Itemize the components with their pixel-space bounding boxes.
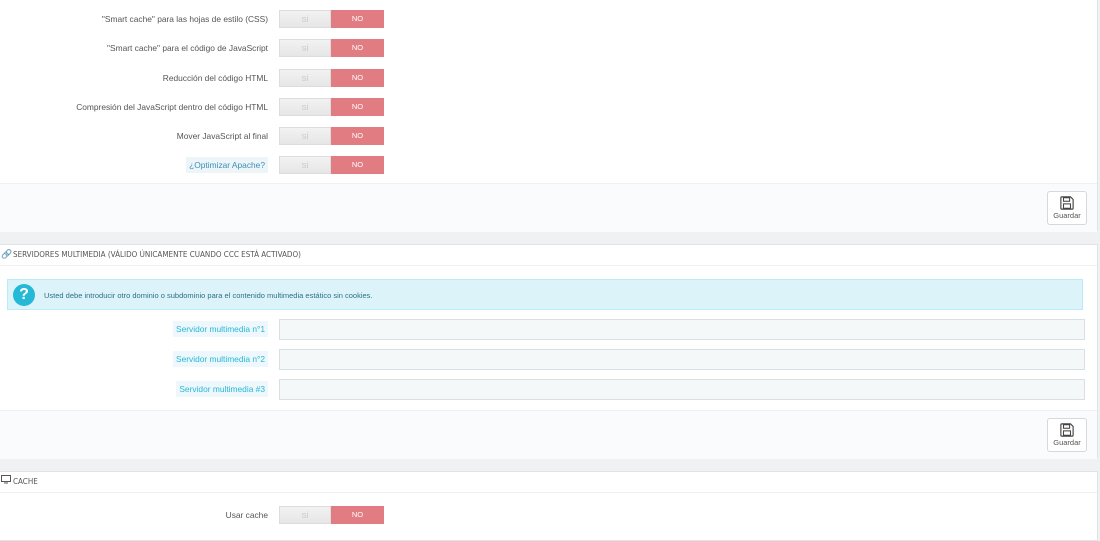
link-icon: 🔗 (1, 250, 13, 260)
monitor-icon (1, 472, 11, 492)
media-server-row: Servidor multimedia n°2 (0, 349, 1097, 370)
toggle-row-use-cache: Usar cache SÍ NO (0, 506, 1097, 524)
save-label: Guardar (1053, 211, 1081, 220)
media-server-3-input[interactable] (279, 379, 1085, 400)
media-server-3-label[interactable]: Servidor multimedia #3 (176, 381, 268, 397)
switch-yes[interactable]: SÍ (279, 127, 331, 145)
question-icon: ? (13, 284, 35, 306)
use-cache-switch[interactable]: SÍ NO (279, 506, 384, 524)
switch-yes[interactable]: SÍ (279, 156, 331, 174)
switch-no[interactable]: NO (331, 156, 384, 174)
media-server-row: Servidor multimedia #3 (0, 379, 1097, 400)
monitor-icon-svg (1, 475, 11, 484)
switch-yes[interactable]: SÍ (279, 69, 331, 87)
toggle-row-css-cache: "Smart cache" para las hojas de estilo (… (0, 10, 1097, 28)
inline-js-compress-switch[interactable]: SÍ NO (279, 98, 384, 116)
switch-no[interactable]: NO (331, 506, 384, 524)
alert-text: Usted debe introducir otro dominio o sub… (44, 291, 373, 300)
switch-no[interactable]: NO (331, 69, 384, 87)
apache-hint-label[interactable]: ¿Optimizar Apache? (186, 157, 268, 173)
toggle-label: Mover JavaScript al final (176, 131, 268, 141)
toggle-label: "Smart cache" para el código de JavaScri… (107, 43, 268, 53)
panel-heading: 🔗SERVIDORES MULTIMEDIA (VÁLIDO ÚNICAMENT… (0, 245, 1097, 266)
media-server-2-input[interactable] (279, 349, 1085, 370)
html-minify-switch[interactable]: SÍ NO (279, 69, 384, 87)
save-button[interactable]: Guardar (1047, 418, 1087, 452)
media-servers-panel: 🔗SERVIDORES MULTIMEDIA (VÁLIDO ÚNICAMENT… (0, 244, 1098, 459)
panel-footer: Guardar (0, 410, 1097, 459)
panel-footer: Guardar (0, 183, 1097, 232)
panel-title: CACHE (13, 477, 38, 486)
toggle-row-inline-js-compress: Compresión del JavaScript dentro del cód… (0, 98, 1097, 116)
toggle-label: Reducción del código HTML (162, 73, 268, 83)
info-alert: ? Usted debe introducir otro dominio o s… (7, 279, 1083, 310)
toggle-row-html-minify: Reducción del código HTML SÍ NO (0, 69, 1097, 87)
move-js-switch[interactable]: SÍ NO (279, 127, 384, 145)
floppy-disk-icon (1060, 196, 1074, 210)
toggle-row-move-js: Mover JavaScript al final SÍ NO (0, 127, 1097, 145)
toggle-label: Compresión del JavaScript dentro del cód… (76, 102, 268, 112)
performance-panel: "Smart cache" para las hojas de estilo (… (0, 0, 1098, 232)
panel-heading: CACHE (0, 472, 1097, 493)
js-cache-switch[interactable]: SÍ NO (279, 39, 384, 57)
switch-yes[interactable]: SÍ (279, 10, 331, 28)
switch-yes[interactable]: SÍ (279, 98, 331, 116)
toggle-label: "Smart cache" para las hojas de estilo (… (101, 14, 268, 24)
switch-no[interactable]: NO (331, 39, 384, 57)
switch-yes[interactable]: SÍ (279, 506, 331, 524)
save-label: Guardar (1053, 438, 1081, 447)
media-server-2-label[interactable]: Servidor multimedia n°2 (173, 351, 268, 367)
toggle-row-apache: ¿Optimizar Apache? SÍ NO (0, 156, 1097, 174)
panel-title: SERVIDORES MULTIMEDIA (VÁLIDO ÚNICAMENTE… (13, 250, 301, 259)
media-server-1-input[interactable] (279, 319, 1085, 340)
cache-panel: CACHE Usar cache SÍ NO (0, 471, 1098, 541)
switch-no[interactable]: NO (331, 10, 384, 28)
switch-yes[interactable]: SÍ (279, 39, 331, 57)
switch-no[interactable]: NO (331, 98, 384, 116)
apache-switch[interactable]: SÍ NO (279, 156, 384, 174)
media-server-1-label[interactable]: Servidor multimedia n°1 (173, 321, 268, 337)
toggle-row-js-cache: "Smart cache" para el código de JavaScri… (0, 39, 1097, 57)
switch-no[interactable]: NO (331, 127, 384, 145)
floppy-disk-icon (1060, 423, 1074, 437)
save-button[interactable]: Guardar (1047, 191, 1087, 225)
toggle-label: Usar cache (225, 510, 268, 520)
css-cache-switch[interactable]: SÍ NO (279, 10, 384, 28)
media-server-row: Servidor multimedia n°1 (0, 319, 1097, 340)
